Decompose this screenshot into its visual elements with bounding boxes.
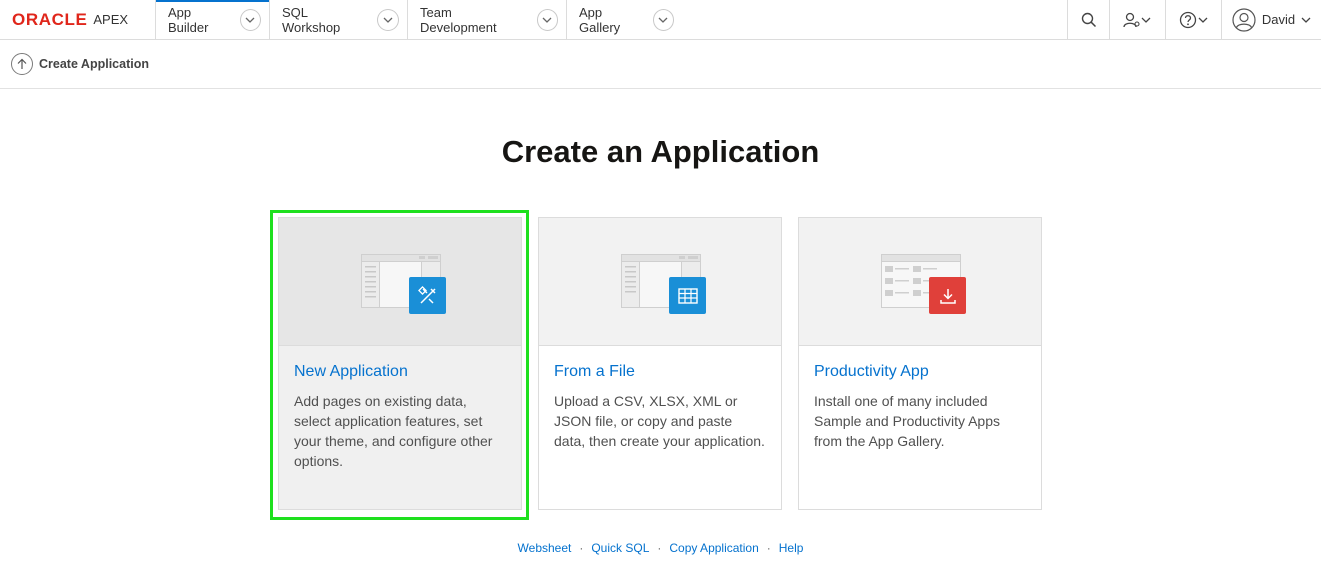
chevron-down-icon[interactable] — [239, 8, 261, 31]
tab-sql-workshop[interactable]: SQL Workshop — [269, 0, 407, 39]
tab-label: Team Development — [420, 4, 497, 35]
separator: · — [766, 541, 771, 555]
chevron-down-icon[interactable] — [377, 8, 399, 31]
user-account-menu[interactable]: David — [1221, 0, 1321, 39]
separator: · — [579, 541, 584, 555]
user-settings-icon — [1122, 12, 1150, 27]
arrow-up-icon[interactable] — [11, 53, 33, 75]
card-illustration — [799, 218, 1041, 346]
administration-menu-button[interactable] — [1109, 0, 1165, 39]
websheet-link[interactable]: Websheet — [518, 541, 572, 555]
tab-label: SQL Workshop — [282, 4, 341, 35]
from-a-file-card[interactable]: From a File Upload a CSV, XLSX, XML or J… — [538, 217, 782, 510]
copy-application-link[interactable]: Copy Application — [669, 541, 758, 555]
card-title: From a File — [554, 363, 635, 380]
card-description: Upload a CSV, XLSX, XML or JSON file, or… — [554, 393, 765, 449]
avatar-icon — [1232, 7, 1256, 32]
page-title: Create an Application — [501, 134, 820, 169]
chevron-down-icon[interactable] — [536, 8, 558, 31]
download-icon — [929, 277, 966, 314]
card-description: Add pages on existing data, select appli… — [294, 393, 493, 469]
breadcrumb: Create Application — [0, 40, 1321, 89]
table-grid-icon — [669, 277, 706, 314]
chevron-down-icon[interactable] — [652, 8, 674, 31]
footer-links: Websheet · Quick SQL · Copy Application · Help — [0, 541, 1321, 555]
user-name: David — [1261, 12, 1296, 27]
card-description: Install one of many included Sample and … — [814, 393, 1000, 449]
tab-app-builder[interactable]: App Builder — [155, 0, 269, 39]
tab-team-development[interactable]: Team Development — [407, 0, 566, 39]
apex-logo-text: APEX — [93, 12, 129, 27]
card-illustration — [539, 218, 781, 346]
help-menu-button[interactable] — [1165, 0, 1221, 39]
search-button[interactable] — [1067, 0, 1109, 39]
help-link[interactable]: Help — [779, 541, 804, 555]
chevron-down-icon — [1301, 17, 1311, 23]
card-title: New Application — [294, 363, 408, 380]
oracle-apex-logo[interactable]: ORACLE APEX — [0, 0, 155, 39]
breadcrumb-current: Create Application — [39, 57, 149, 71]
search-icon — [1081, 12, 1096, 27]
new-application-card[interactable]: New Application Add pages on existing da… — [278, 217, 522, 510]
help-icon — [1179, 11, 1207, 28]
quick-sql-link[interactable]: Quick SQL — [591, 541, 649, 555]
tab-app-gallery[interactable]: App Gallery — [566, 0, 682, 39]
separator: · — [657, 541, 662, 555]
oracle-logo-text: ORACLE — [12, 9, 88, 29]
wizard-icon — [409, 277, 446, 314]
tab-label: App Gallery — [579, 4, 621, 35]
card-illustration — [279, 218, 521, 346]
top-navigation-bar: ORACLE APEX App Builder SQL Workshop Tea… — [0, 0, 1321, 40]
productivity-app-card[interactable]: Productivity App Install one of many inc… — [798, 217, 1042, 510]
card-title: Productivity App — [814, 363, 929, 380]
tab-label: App Builder — [168, 4, 209, 35]
